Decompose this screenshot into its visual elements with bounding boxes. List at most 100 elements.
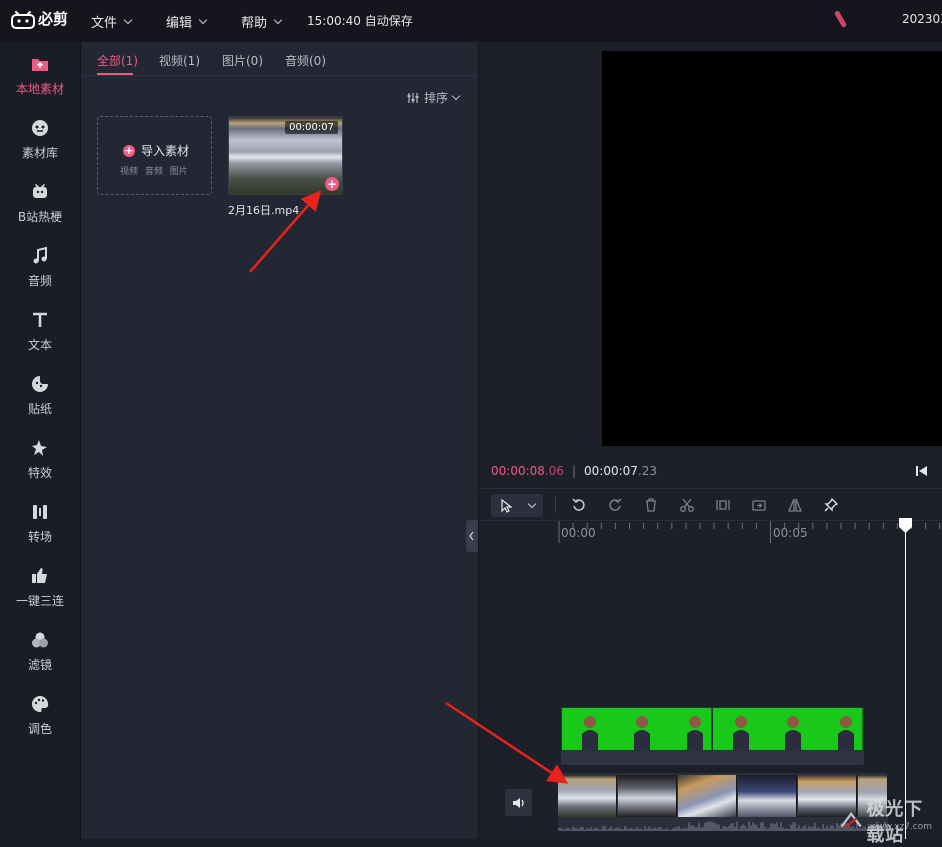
menu-edit[interactable]: 编辑 <box>166 12 208 31</box>
sidebar-item-label: 特效 <box>27 466 52 480</box>
total-time-frames: .23 <box>637 464 658 478</box>
sidebar-item-color[interactable]: 调色 <box>0 682 80 742</box>
speaker-icon <box>512 797 524 808</box>
tab-image[interactable]: 图片(0) <box>222 52 263 69</box>
chevron-down-icon <box>273 15 283 24</box>
left-sidebar: 本地素材 素材库 B站热梗 音频 文本 贴纸 特效 转场 一键三连 滤镜 调色 <box>0 42 81 839</box>
delete-icon[interactable] <box>643 497 659 513</box>
person-frame-image <box>733 716 854 750</box>
media-filename: 2月16日.mp4 <box>228 204 300 217</box>
tab-all[interactable]: 全部(1) <box>97 52 138 69</box>
top-bar: 必剪 文件 编辑 帮助 15:00:40 自动保存 202303 <box>0 0 942 42</box>
sidebar-item-transition[interactable]: 转场 <box>0 490 80 550</box>
clip-frame <box>562 708 712 750</box>
menu-edit-label: 编辑 <box>166 16 193 31</box>
clip-frame <box>558 775 617 817</box>
thumbs-up-icon <box>32 568 47 583</box>
split-icon[interactable] <box>715 497 731 513</box>
transition-icon <box>33 505 47 519</box>
menu-help-label: 帮助 <box>241 16 268 31</box>
project-title[interactable]: 202303 <box>902 12 942 26</box>
media-thumbnail[interactable]: 00:00:07 + <box>228 116 343 195</box>
sidebar-item-filter[interactable]: 滤镜 <box>0 618 80 678</box>
tab-video[interactable]: 视频(1) <box>159 52 200 69</box>
add-to-timeline-button[interactable]: + <box>325 177 339 191</box>
sidebar-item-label: 一键三连 <box>15 594 64 608</box>
skip-to-start-icon[interactable] <box>915 465 929 477</box>
menu-file[interactable]: 文件 <box>91 12 133 31</box>
panel-collapse-handle[interactable] <box>466 520 478 552</box>
menu-help[interactable]: 帮助 <box>241 12 283 31</box>
watermark-url: www.xz7.com <box>870 822 932 832</box>
sticker-icon <box>32 376 48 392</box>
main-video-clip[interactable] <box>558 773 888 831</box>
sidebar-item-label: 素材库 <box>21 146 58 160</box>
tab-audio[interactable]: 音频(0) <box>285 52 326 69</box>
cursor-arrow-icon <box>500 498 512 513</box>
text-t-icon <box>33 312 47 327</box>
current-time-frames: .06 <box>544 464 564 478</box>
timeline-ruler[interactable]: 00:00 00:05 <box>479 521 942 545</box>
select-tool-button[interactable] <box>491 494 543 517</box>
sidebar-item-library[interactable]: 素材库 <box>0 106 80 166</box>
menu-file-label: 文件 <box>91 16 118 31</box>
playhead-line <box>905 520 906 839</box>
app-logo: 必剪 <box>10 8 68 29</box>
clip-frame <box>713 708 863 750</box>
plus-icon: + <box>123 143 135 157</box>
sidebar-item-label: 滤镜 <box>27 658 52 672</box>
playback-timecode: 00:00:08.06 | 00:00:07.23 <box>491 464 657 478</box>
sidebar-item-local-media[interactable]: 本地素材 <box>0 42 80 102</box>
bilibili-face-icon <box>32 120 48 136</box>
replace-icon[interactable] <box>751 497 767 513</box>
watermark-text: 极光下载站 <box>866 799 924 846</box>
sidebar-item-effects[interactable]: 特效 <box>0 426 80 486</box>
record-indicator-icon <box>833 9 848 29</box>
media-duration: 00:00:07 <box>285 121 338 134</box>
chevron-down-icon <box>123 15 133 24</box>
chevron-down-icon <box>527 499 536 508</box>
sliders-icon <box>407 92 419 103</box>
sidebar-item-triple[interactable]: 一键三连 <box>0 554 80 614</box>
pin-icon[interactable] <box>823 497 839 513</box>
track-volume-button[interactable] <box>505 789 532 816</box>
clip-frame <box>618 775 677 817</box>
app-title: 必剪 <box>38 10 69 28</box>
sort-dropdown[interactable]: 排序 <box>407 89 461 106</box>
import-subtitle: 视频 音频 图片 <box>120 167 188 177</box>
autosave-status: 15:00:40 自动保存 <box>307 14 413 28</box>
redo-icon[interactable] <box>607 497 623 513</box>
overlay-video-clip[interactable] <box>561 707 864 765</box>
music-note-icon <box>33 246 47 264</box>
mirror-icon[interactable] <box>787 497 803 513</box>
ruler-ticks <box>558 521 941 543</box>
sidebar-item-text[interactable]: 文本 <box>0 298 80 358</box>
undo-icon[interactable] <box>571 497 587 513</box>
ruler-label-start: 00:00 <box>561 526 596 540</box>
app-window: 必剪 文件 编辑 帮助 15:00:40 自动保存 202303 本地素材 <box>0 0 942 846</box>
sidebar-item-label: 贴纸 <box>27 402 52 416</box>
sidebar-item-hot-memes[interactable]: B站热梗 <box>0 170 80 230</box>
watermark: 极光下载站 <box>840 795 942 847</box>
sidebar-item-sticker[interactable]: 贴纸 <box>0 362 80 422</box>
active-tab-indicator <box>97 73 133 75</box>
sidebar-item-audio[interactable]: 音频 <box>0 234 80 294</box>
clip-frame <box>738 775 797 817</box>
media-panel: 全部(1) 视频(1) 图片(0) 音频(0) 排序 + 导入素材 视频 音频 … <box>81 42 478 839</box>
bilibili-logo-icon <box>11 10 35 29</box>
import-label: 导入素材 <box>141 144 190 158</box>
ruler-label-5s: 00:05 <box>773 526 808 540</box>
clip-footer <box>561 751 864 765</box>
import-media-button[interactable]: + 导入素材 视频 音频 图片 <box>97 116 212 195</box>
chevron-left-icon <box>469 531 474 541</box>
palette-icon <box>32 696 49 712</box>
chevron-down-icon <box>451 91 461 100</box>
sidebar-item-label: 文本 <box>27 338 52 352</box>
import-title: + 导入素材 <box>123 142 189 159</box>
media-tabs: 全部(1) 视频(1) 图片(0) 音频(0) <box>81 42 478 76</box>
total-time-main: 00:00:07 <box>584 464 638 478</box>
timeline-toolbar <box>479 489 942 521</box>
scissors-icon[interactable] <box>679 497 695 513</box>
video-preview[interactable] <box>602 51 942 446</box>
clip-frame <box>678 775 737 817</box>
